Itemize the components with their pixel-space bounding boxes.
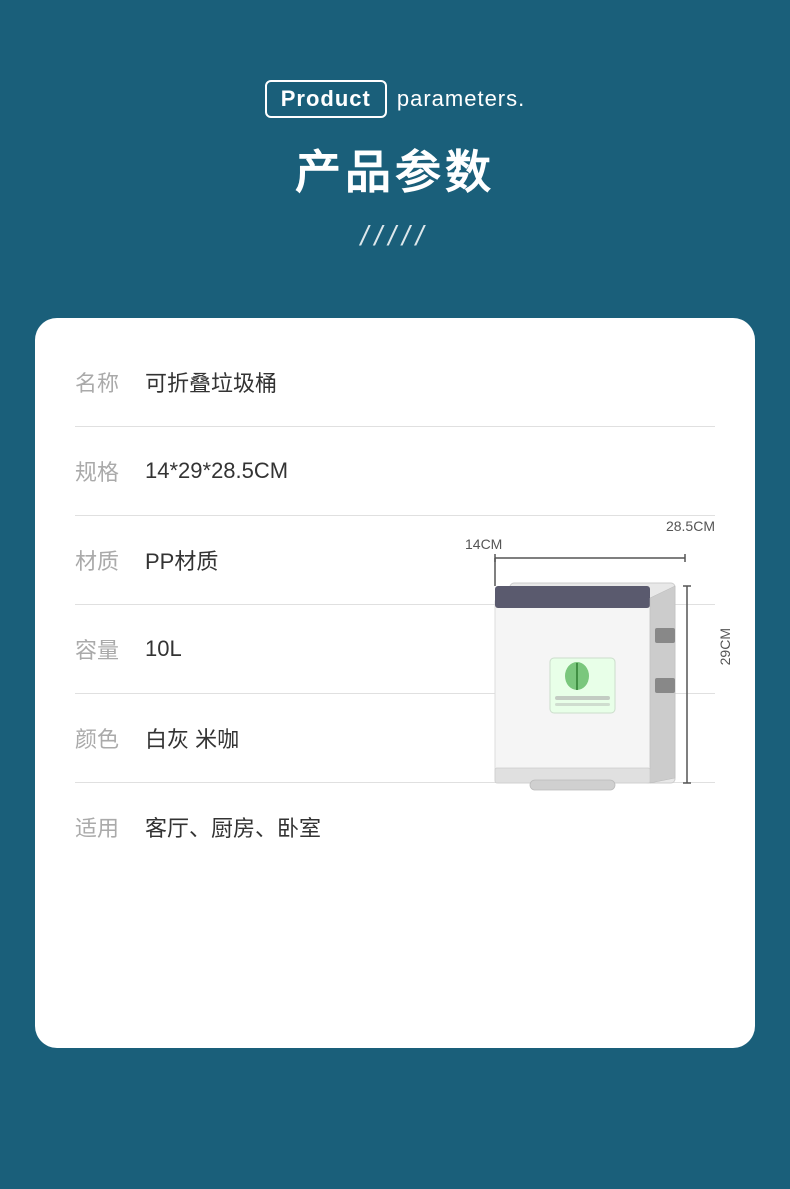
row-label-color: 颜色 — [75, 722, 145, 754]
dim-height-label: 29CM — [717, 628, 733, 665]
table-row: 规格 14*29*28.5CM — [75, 427, 715, 516]
parameters-text: parameters. — [397, 86, 525, 112]
product-badge: Product — [265, 80, 387, 118]
slash-decoration: ///// — [361, 220, 430, 252]
header-section: Product parameters. 产品参数 ///// — [0, 0, 790, 318]
row-label-suitable: 适用 — [75, 811, 145, 843]
row-label-name: 名称 — [75, 366, 145, 398]
chinese-title: 产品参数 — [295, 136, 495, 202]
dim-depth-label: 28.5CM — [666, 518, 715, 534]
product-svg — [465, 548, 695, 808]
row-label-material: 材质 — [75, 544, 145, 576]
row-value-name: 可折叠垃圾桶 — [145, 366, 715, 398]
row-label-capacity: 容量 — [75, 633, 145, 665]
product-image-container: 28.5CM 14CM 29CM — [445, 518, 725, 818]
row-value-spec: 14*29*28.5CM — [145, 458, 715, 484]
product-card: 名称 可折叠垃圾桶 规格 14*29*28.5CM 材质 PP材质 容量 10L… — [35, 318, 755, 1048]
row-label-spec: 规格 — [75, 455, 145, 487]
table-row: 名称 可折叠垃圾桶 — [75, 338, 715, 427]
badge-row: Product parameters. — [265, 80, 526, 118]
